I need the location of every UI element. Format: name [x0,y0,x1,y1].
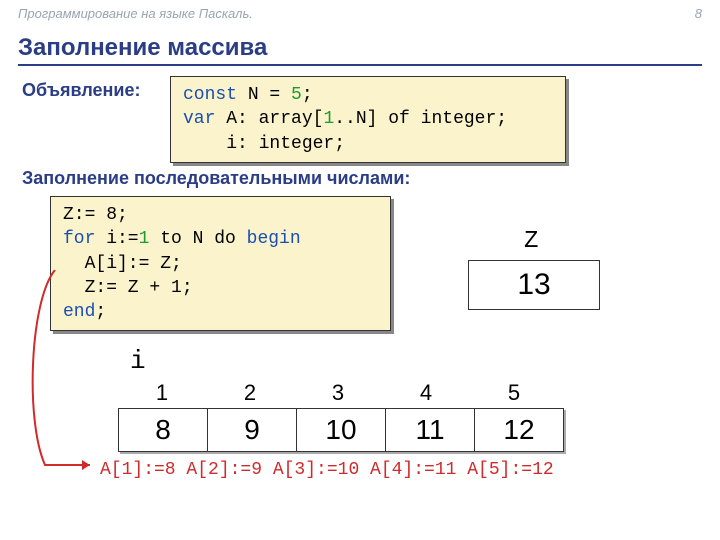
index-cell: 1 [118,380,206,406]
i-label: i [130,346,146,376]
z-value-box: 13 [468,260,600,310]
declaration-code: const N = 5; var A: array[1..N] of integ… [170,76,566,163]
page-title: Заполнение массива [18,34,267,62]
z-label: Z [524,228,538,255]
array-cell: 12 [474,408,564,452]
assignment-trace: A[1]:=8 A[2]:=9 A[3]:=10 A[4]:=11 A[5]:=… [100,460,554,480]
index-cell: 3 [294,380,382,406]
index-cell: 2 [206,380,294,406]
array-cell: 8 [118,408,208,452]
kw-const: const [183,85,237,105]
array-cell: 10 [296,408,386,452]
kw-var: var [183,109,215,129]
declaration-label: Объявление: [22,80,141,101]
course-name: Программирование на языке Паскаль. [18,6,253,21]
fill-label: Заполнение последовательными числами: [22,168,410,189]
index-row: 12345 [118,380,558,406]
array-cell: 9 [207,408,297,452]
title-underline [18,64,702,66]
slide-header: Программирование на языке Паскаль. 8 [18,6,702,21]
index-cell: 5 [470,380,558,406]
fill-code: Z:= 8; for i:=1 to N do begin A[i]:= Z; … [50,196,391,331]
array-row: 8 9 10 11 12 [118,408,564,452]
index-cell: 4 [382,380,470,406]
array-cell: 11 [385,408,475,452]
page-number: 8 [695,6,702,21]
